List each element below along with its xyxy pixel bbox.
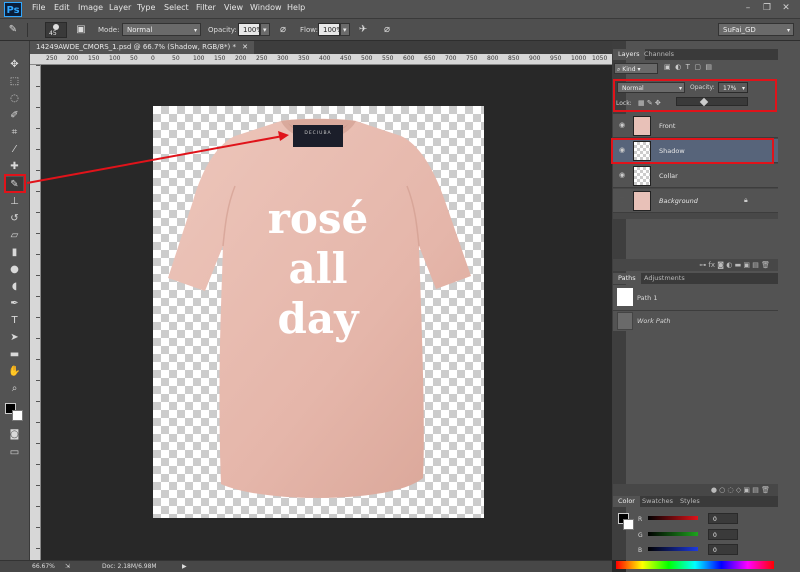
annotation-arrow xyxy=(26,131,289,184)
